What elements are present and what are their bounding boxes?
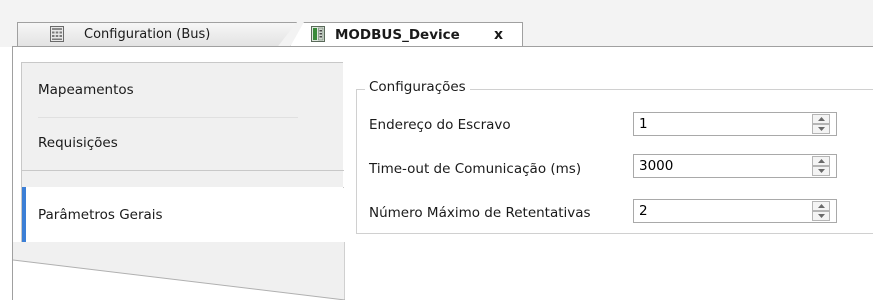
- nav-item-requisicoes[interactable]: Requisições: [22, 117, 343, 170]
- tab-configuration-bus[interactable]: Configuration (Bus): [17, 22, 297, 47]
- settings-nav-panel: Mapeamentos Requisições Parâmetros Gerai…: [21, 62, 344, 243]
- editor-tab-strip: Configuration (Bus) MODBUS_Device x: [0, 0, 873, 47]
- spin-down-button[interactable]: [812, 124, 830, 134]
- slave-address-label: Endereço do Escravo: [369, 117, 511, 133]
- nav-item-mapeamentos[interactable]: Mapeamentos: [22, 63, 343, 117]
- comm-timeout-input[interactable]: [634, 155, 815, 177]
- spin-up-button[interactable]: [812, 156, 830, 166]
- arrow-down-icon: [818, 214, 825, 218]
- nav-panel-bottom-edge: [13, 242, 345, 300]
- max-retries-spinner: [633, 199, 837, 223]
- spin-down-button[interactable]: [812, 166, 830, 176]
- arrow-up-icon: [818, 117, 825, 121]
- slave-address-spin-buttons: [812, 114, 830, 134]
- arrow-up-icon: [818, 204, 825, 208]
- tab-modbus-device[interactable]: MODBUS_Device x: [290, 22, 523, 47]
- arrow-down-icon: [818, 127, 825, 131]
- nav-separator: [22, 170, 344, 171]
- comm-timeout-label: Time-out de Comunicação (ms): [369, 161, 582, 177]
- device-editor-content: Mapeamentos Requisições Parâmetros Gerai…: [0, 47, 873, 300]
- spin-up-button[interactable]: [812, 114, 830, 124]
- close-tab-button[interactable]: x: [494, 27, 503, 43]
- tab-configuration-bus-label: Configuration (Bus): [84, 27, 211, 42]
- comm-timeout-spinner: [633, 154, 837, 178]
- spin-up-button[interactable]: [812, 201, 830, 211]
- arrow-up-icon: [818, 159, 825, 163]
- nav-item-parametros-gerais[interactable]: Parâmetros Gerais: [22, 187, 343, 243]
- bus-config-icon: [50, 26, 64, 42]
- max-retries-label: Número Máximo de Retentativas: [369, 205, 591, 221]
- tab-modbus-device-label: MODBUS_Device: [335, 27, 460, 43]
- spin-down-button[interactable]: [812, 211, 830, 221]
- max-retries-spin-buttons: [812, 201, 830, 221]
- comm-timeout-spin-buttons: [812, 156, 830, 176]
- arrow-down-icon: [818, 169, 825, 173]
- slave-address-spinner: [633, 112, 837, 136]
- group-title: Configurações: [365, 79, 470, 95]
- slave-address-input[interactable]: [634, 113, 815, 135]
- device-icon: [311, 26, 325, 42]
- max-retries-input[interactable]: [634, 200, 815, 222]
